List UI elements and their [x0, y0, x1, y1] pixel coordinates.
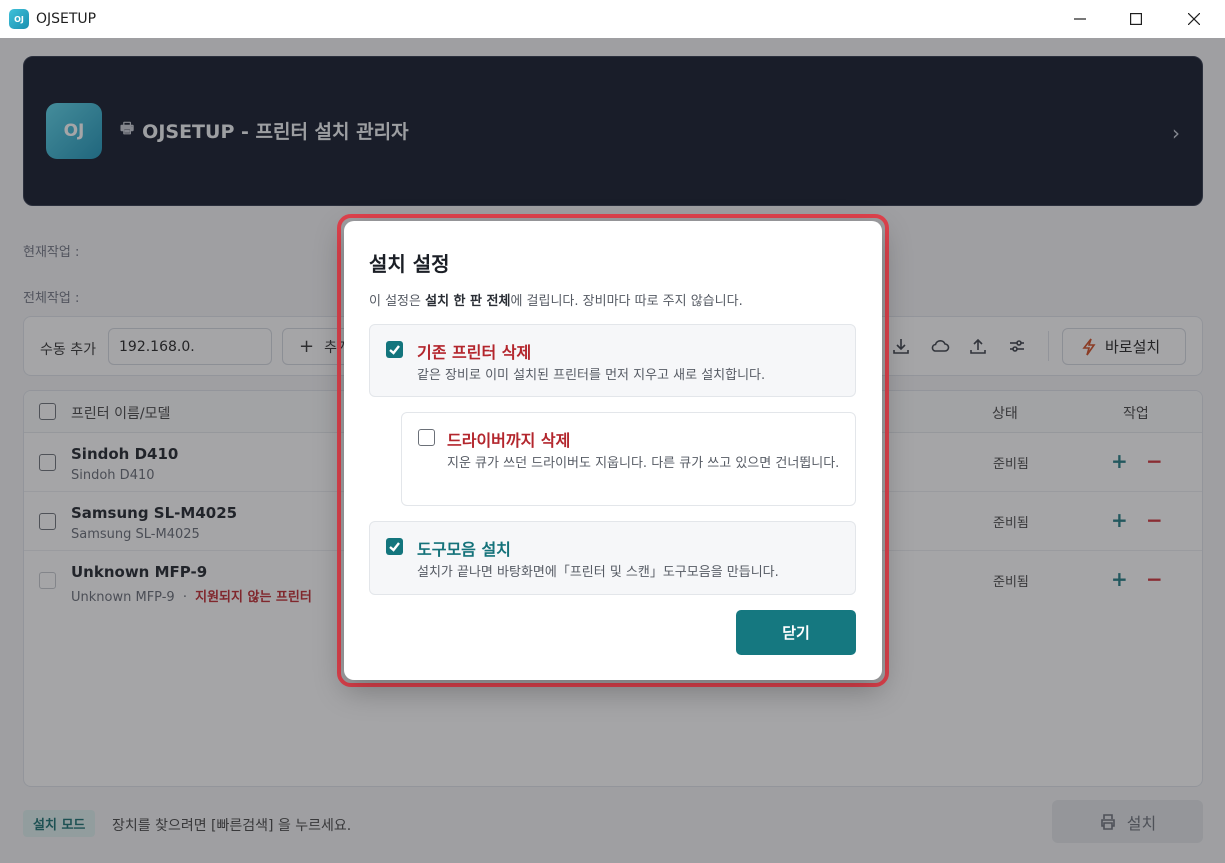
maximize-button[interactable]	[1107, 0, 1165, 38]
option-description: 설치가 끝나면 바탕화면에「프린터 및 스캔」도구모음을 만듭니다.	[417, 565, 779, 580]
delete-existing-checkbox[interactable]	[386, 341, 403, 358]
install-settings-dialog: 설치 설정 이 설정은 설치 한 판 전체에 걸립니다. 장비마다 따로 주지 …	[344, 221, 882, 680]
option-description: 지운 큐가 쓰던 드라이버도 지웁니다. 다른 큐가 쓰고 있으면 건너뜁니다.	[447, 456, 840, 471]
app-icon: OJ	[9, 9, 29, 29]
desc-prefix: 이 설정은	[369, 294, 426, 309]
minimize-icon	[1074, 18, 1086, 20]
delete-driver-checkbox[interactable]	[418, 429, 435, 446]
close-icon	[1188, 13, 1200, 25]
check-icon	[389, 542, 400, 552]
desc-bold: 설치 한 판 전체	[425, 294, 511, 309]
option-title: 기존 프린터 삭제	[417, 343, 532, 362]
check-icon	[389, 345, 400, 355]
option-description: 같은 장비로 이미 설치된 프린터를 먼저 지우고 새로 설치합니다.	[417, 368, 766, 383]
dialog-title: 설치 설정	[369, 252, 450, 276]
option-title: 드라이버까지 삭제	[447, 431, 571, 450]
option-title: 도구모음 설치	[417, 540, 511, 559]
desc-suffix: 에 걸립니다. 장비마다 따로 주지 않습니다.	[510, 294, 743, 309]
dialog-description: 이 설정은 설치 한 판 전체에 걸립니다. 장비마다 따로 주지 않습니다.	[369, 290, 743, 309]
install-toolbar-checkbox[interactable]	[386, 538, 403, 555]
close-window-button[interactable]	[1165, 0, 1223, 38]
maximize-icon	[1130, 13, 1142, 25]
window-title: OJSETUP	[36, 11, 97, 27]
option-install-toolbar[interactable]: 도구모음 설치 설치가 끝나면 바탕화면에「프린터 및 스캔」도구모음을 만듭니…	[369, 521, 856, 595]
minimize-button[interactable]	[1051, 0, 1109, 38]
option-delete-existing[interactable]: 기존 프린터 삭제 같은 장비로 이미 설치된 프린터를 먼저 지우고 새로 설…	[369, 324, 856, 397]
option-delete-driver[interactable]: 드라이버까지 삭제 지운 큐가 쓰던 드라이버도 지웁니다. 다른 큐가 쓰고 …	[401, 412, 856, 506]
close-button[interactable]: 닫기	[736, 610, 856, 655]
title-bar: OJ OJSETUP	[0, 0, 1225, 38]
